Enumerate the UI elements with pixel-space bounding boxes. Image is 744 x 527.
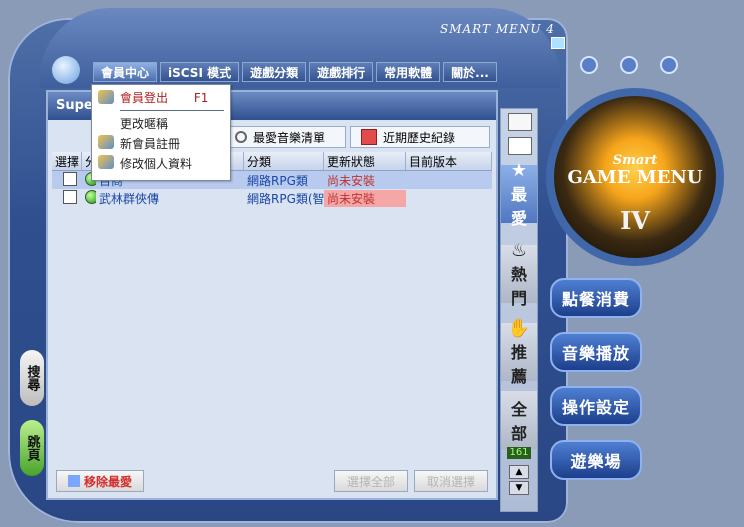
menu-item-logout[interactable]: 會員登出 F1 [120,89,208,106]
member-dropdown: 會員登出 F1 更改暱稱 新會員註冊 修改個人資料 [91,84,231,181]
tab-game-category[interactable]: 遊戲分類 [242,62,307,82]
logo-smart: Smart [612,153,658,168]
game-category: 網路RPG類(智 [247,191,324,206]
col-category: 分類 [244,152,324,170]
window-shell: SMART MENU 4 會員中心 iSCSI 模式 遊戲分類 遊戲排行 常用軟… [0,0,744,527]
tab-member-center[interactable]: 會員中心 [93,62,158,82]
row-checkbox[interactable] [63,171,77,186]
menu-item-profile[interactable]: 修改個人資料 [120,155,192,172]
game-status: 尚未安裝 [324,189,406,207]
profile-icon [98,155,114,169]
jump-page-pill[interactable]: 跳頁 [20,420,44,476]
brand-title: SMART MENU 4 [440,22,555,36]
menu-item-logout-shortcut: F1 [193,91,209,105]
sidebar-strip: ★ 最 愛 ♨ 熱 門 ✋ 推 薦 全 部 161 ▲ ▼ [500,108,538,512]
counter-value: 161 [509,447,529,458]
arcade-button[interactable]: 遊樂場 [550,440,642,480]
status-dot [85,189,96,204]
minimize-icon[interactable] [620,56,638,74]
tab-game-ranking[interactable]: 遊戲排行 [309,62,374,82]
sidebar-favorite[interactable]: ★ 最 愛 [501,160,537,228]
cancel-select-button[interactable]: 取消選擇 [414,470,488,492]
music-play-button[interactable]: 音樂播放 [550,332,642,372]
game-category: 網路RPG類 [247,173,308,188]
disc-icon [235,131,247,143]
menu-separator [120,110,224,111]
subtab-music[interactable]: 最愛音樂清單 [224,126,346,148]
row-status-dot-wrap [82,189,96,207]
sidebar-all-label: 全 部 [510,400,527,443]
sidebar-all[interactable]: 全 部 [501,391,537,449]
row-checkbox[interactable] [63,189,77,204]
monitor-icon [551,37,565,49]
sidebar-recommend-label: 推 薦 [510,342,527,386]
tab-iscsi-mode[interactable]: iSCSI 模式 [160,62,240,82]
remove-favorite-button[interactable]: 移除最愛 [56,470,144,492]
list-icon[interactable] [508,137,532,155]
sidebar-hot-label: 熱 門 [510,264,527,308]
logout-icon [98,90,114,104]
history-icon [361,129,377,145]
menu-item-logout-label: 會員登出 [120,91,169,105]
top-tabs: 會員中心 iSCSI 模式 遊戲分類 遊戲排行 常用軟體 關於... [93,62,497,82]
operation-settings-button[interactable]: 操作設定 [550,386,642,426]
register-icon [98,135,114,149]
settings-icon[interactable] [660,56,678,74]
hand-icon: ✋ [507,317,531,339]
col-status: 更新狀態 [324,152,406,170]
tab-common-software[interactable]: 常用軟體 [376,62,441,82]
col-version: 目前版本 [406,152,492,170]
top-right-icons [574,56,694,82]
star-icon: ★ [510,159,528,181]
window-icon[interactable] [508,113,532,131]
search-pill-label: 搜尋 [24,365,40,391]
game-status: 尚未安裝 [327,173,376,188]
game-menu-logo: Smart GAME MENU IV [546,88,724,266]
subtab-music-label: 最愛音樂清單 [253,130,326,145]
arrow-down-icon[interactable]: ▼ [509,481,529,495]
content-footer: 移除最愛 選擇全部 取消選擇 [52,468,492,494]
remove-icon [67,475,80,487]
row-checkbox-wrap [52,189,82,207]
flame-icon: ♨ [510,239,528,261]
jump-page-pill-label: 跳頁 [24,435,40,461]
order-consume-button[interactable]: 點餐消費 [550,278,642,318]
search-pill[interactable]: 搜尋 [20,350,44,406]
subtab-history-label: 近期歷史紀錄 [383,130,456,145]
sidebar-hot[interactable]: ♨ 熱 門 [501,240,537,308]
row-checkbox-wrap [52,171,82,189]
logo-roman: IV [620,206,650,235]
menu-item-register[interactable]: 新會員註冊 [120,135,180,152]
col-select: 選擇 [52,152,82,170]
logo-text: Smart GAME MENU [554,153,716,189]
counter-badge: 161 [507,447,531,459]
tab-about[interactable]: 關於... [443,62,497,82]
game-name[interactable]: 武林群俠傳 [96,190,244,207]
menu-item-change-nickname[interactable]: 更改暱稱 [120,115,168,132]
avatar[interactable] [52,56,80,84]
close-icon[interactable] [580,56,598,74]
select-all-button[interactable]: 選擇全部 [334,470,408,492]
logo-main: GAME MENU [567,167,703,189]
sidebar-recommend[interactable]: ✋ 推 薦 [501,318,537,386]
remove-favorite-label: 移除最愛 [83,474,132,489]
arrow-up-icon[interactable]: ▲ [509,465,529,479]
sidebar-favorite-label: 最 愛 [510,184,527,228]
subtab-history[interactable]: 近期歷史紀錄 [350,126,490,148]
table-row[interactable]: 武林群俠傳 網路RPG類(智 尚未安裝 [52,189,492,207]
